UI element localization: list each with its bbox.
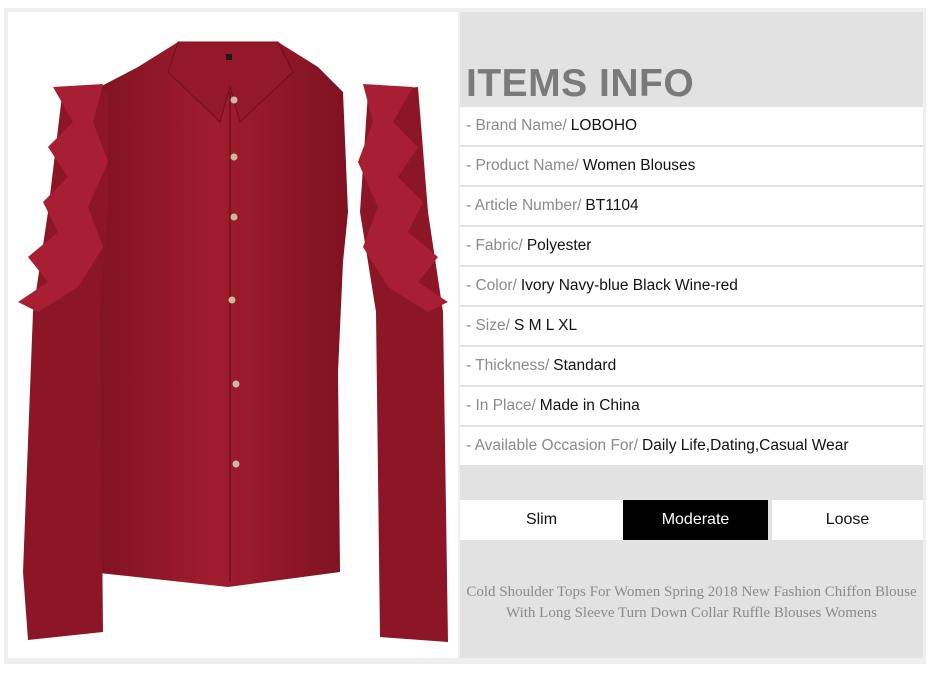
spec-label: - Fabric/ <box>466 237 523 254</box>
fit-option-loose: Loose <box>772 500 923 540</box>
button-dot <box>228 296 236 304</box>
spec-value: Women Blouses <box>582 157 696 174</box>
spec-label: - Color/ <box>466 277 517 294</box>
fit-scale: Slim Moderate Loose <box>460 500 923 540</box>
description-line: With Long Sleeve Turn Down Collar Ruffle… <box>506 605 877 621</box>
spec-value: S M L XL <box>513 317 578 334</box>
spec-value: Ivory Navy-blue Black Wine-red <box>520 277 738 294</box>
items-info-title: ITEMS INFO <box>466 62 695 105</box>
spec-label: - Available Occasion For/ <box>466 437 639 454</box>
spec-list: - Brand Name/LOBOHO - Product Name/Women… <box>460 107 923 467</box>
blouse-illustration <box>18 41 448 642</box>
button-dot <box>230 96 238 104</box>
spec-row-color: - Color/Ivory Navy-blue Black Wine-red <box>460 267 923 305</box>
spec-label: - Article Number/ <box>466 197 582 214</box>
button-dot <box>232 380 240 388</box>
product-photo <box>8 12 458 658</box>
items-info-panel: ITEMS INFO - Brand Name/LOBOHO - Product… <box>460 12 923 658</box>
description-line: Cold Shoulder Tops For Women Spring 2018… <box>466 584 917 600</box>
spec-label: - Brand Name/ <box>466 117 567 134</box>
spec-value: BT1104 <box>585 197 639 214</box>
spec-row-thickness: - Thickness/Standard <box>460 347 923 385</box>
blouse-body <box>86 42 348 587</box>
product-description: Cold Shoulder Tops For Women Spring 2018… <box>460 582 923 624</box>
spec-value: Daily Life,Dating,Casual Wear <box>642 437 849 454</box>
spec-row-article-number: - Article Number/BT1104 <box>460 187 923 225</box>
spec-row-in-place: - In Place/Made in China <box>460 387 923 425</box>
spec-value: Standard <box>553 357 617 374</box>
spec-value: Made in China <box>539 397 640 414</box>
spec-label: - In Place/ <box>466 397 536 414</box>
spec-label: - Thickness/ <box>466 357 550 374</box>
button-dot <box>230 153 238 161</box>
spec-value: Polyester <box>526 237 592 254</box>
spec-row-product-name: - Product Name/Women Blouses <box>460 147 923 185</box>
spec-label: - Size/ <box>466 317 510 334</box>
fit-option-moderate: Moderate <box>623 500 768 540</box>
button-dot <box>232 460 240 468</box>
spec-row-brand: - Brand Name/LOBOHO <box>460 107 923 145</box>
spec-row-occasion: - Available Occasion For/Daily Life,Dati… <box>460 427 923 465</box>
button-dot <box>230 213 238 221</box>
spec-label: - Product Name/ <box>466 157 579 174</box>
spec-row-fabric: - Fabric/Polyester <box>460 227 923 265</box>
spec-row-size: - Size/S M L XL <box>460 307 923 345</box>
fit-option-slim: Slim <box>460 500 623 540</box>
spec-value: LOBOHO <box>570 117 638 134</box>
